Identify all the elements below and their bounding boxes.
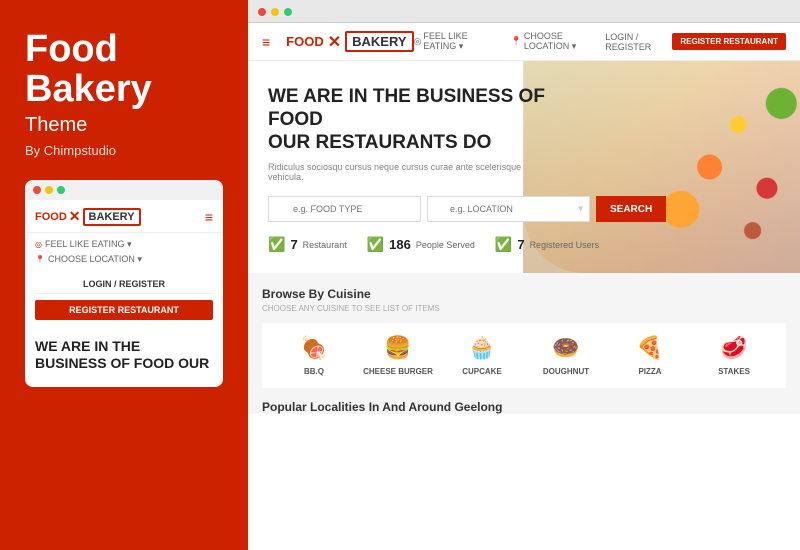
hero-title: WE ARE IN THE BUSINESS OF FOOD OUR RESTA… xyxy=(268,86,550,154)
brand-title: Food Bakery Theme By Chimpstudio xyxy=(25,30,223,158)
stat-label-restaurant: Restaurant xyxy=(303,240,347,250)
browser-chrome xyxy=(248,0,800,23)
stat-label-users: Registered Users xyxy=(530,240,600,250)
hero-subtitle: Ridiculus sociosqu cursus neque cursus c… xyxy=(268,162,550,182)
mobile-login-register[interactable]: LOGIN / REGISTER xyxy=(35,275,213,294)
choose-location-nav[interactable]: 📍CHOOSE LOCATION ▾ xyxy=(511,31,606,52)
stat-check-icon-3: ✅ xyxy=(495,236,512,253)
dot-green xyxy=(57,186,65,194)
mobile-logo-bakery: BAKERY xyxy=(83,208,141,226)
hero-section: WE ARE IN THE BUSINESS OF FOOD OUR RESTA… xyxy=(248,61,800,273)
cuisine-item-cheeseburger[interactable]: 🍔 CHEESE BURGER xyxy=(356,335,440,376)
website-content: ≡ FOOD ✕ BAKERY ◎FEEL LIKE EATING ▾ 📍CHO… xyxy=(248,23,800,550)
browser-dot-red xyxy=(258,8,266,16)
brand-line1: Food xyxy=(25,28,118,70)
stat-check-icon-2: ✅ xyxy=(367,236,384,253)
pizza-icon: 🍕 xyxy=(636,335,663,361)
cuisine-item-pizza[interactable]: 🍕 PIZZA xyxy=(608,335,692,376)
mobile-logo: FOOD ✕ BAKERY xyxy=(35,208,141,226)
hero-title-line2: OUR RESTAURANTS DO xyxy=(268,132,550,155)
cupcake-icon: 🧁 xyxy=(468,335,495,361)
popular-title: Popular Localities In And Around Geelong xyxy=(262,400,786,414)
mobile-nav-link-2[interactable]: 📍 CHOOSE LOCATION ▾ xyxy=(35,254,213,265)
hero-title-line1: WE ARE IN THE BUSINESS OF FOOD xyxy=(268,86,550,132)
site-nav-links: ◎FEEL LIKE EATING ▾ 📍CHOOSE LOCATION ▾ xyxy=(414,31,606,52)
stat-number-users: 7 xyxy=(517,237,524,252)
mobile-preview-card: FOOD ✕ BAKERY ≡ ◎ FEEL LIKE EATING ▾ 📍 C… xyxy=(25,180,223,388)
stat-users: ✅ 7 Registered Users xyxy=(495,236,599,253)
site-logo-food: FOOD xyxy=(286,34,324,49)
location-input-wrap: 📍 ▾ xyxy=(427,196,590,222)
mobile-nav-links: ◎ FEEL LIKE EATING ▾ 📍 CHOOSE LOCATION ▾ xyxy=(25,233,223,275)
popular-section: Popular Localities In And Around Geelong xyxy=(262,400,786,414)
cuisine-item-bbq[interactable]: 🍖 BB.Q xyxy=(272,335,356,376)
mobile-logo-x: ✕ xyxy=(69,208,81,225)
mobile-register-btn[interactable]: REGISTER RESTAURANT xyxy=(35,300,213,320)
login-link[interactable]: LOGIN / REGISTER xyxy=(605,32,664,52)
cupcake-label: CUPCAKE xyxy=(462,367,502,376)
site-nav-actions: LOGIN / REGISTER REGISTER RESTAURANT xyxy=(605,32,786,52)
cheeseburger-icon: 🍔 xyxy=(384,335,411,361)
site-logo-bakery: BAKERY xyxy=(345,31,413,52)
site-logo: FOOD ✕ BAKERY xyxy=(286,31,413,52)
stakes-icon: 🥩 xyxy=(720,335,747,361)
stat-people: ✅ 186 People Served xyxy=(367,236,475,253)
dot-red xyxy=(33,186,41,194)
dot-yellow xyxy=(45,186,53,194)
browser-dot-yellow xyxy=(271,8,279,16)
food-type-input[interactable] xyxy=(268,196,421,222)
doughnut-icon: 🍩 xyxy=(552,335,579,361)
browser-dot-green xyxy=(284,8,292,16)
bbq-icon: 🍖 xyxy=(300,335,327,361)
stats-row: ✅ 7 Restaurant ✅ 186 People Served ✅ 7 R… xyxy=(268,236,780,253)
bbq-label: BB.Q xyxy=(304,367,324,376)
mobile-logo-food: FOOD xyxy=(35,211,67,223)
hamburger-icon[interactable]: ≡ xyxy=(262,34,270,50)
cheeseburger-label: CHEESE BURGER xyxy=(363,367,433,376)
register-restaurant-btn[interactable]: REGISTER RESTAURANT xyxy=(672,33,786,50)
brand-line2: Bakery xyxy=(25,68,152,110)
location-input[interactable] xyxy=(427,196,590,222)
mobile-nav: FOOD ✕ BAKERY ≡ xyxy=(25,200,223,233)
cuisine-item-stakes[interactable]: 🥩 STAKES xyxy=(692,335,776,376)
stat-label-people: People Served xyxy=(416,240,475,250)
site-nav: ≡ FOOD ✕ BAKERY ◎FEEL LIKE EATING ▾ 📍CHO… xyxy=(248,23,800,61)
brand-subtitle: Theme xyxy=(25,114,223,137)
chevron-down-icon: ▾ xyxy=(578,204,583,215)
stakes-label: STAKES xyxy=(718,367,750,376)
stat-restaurant: ✅ 7 Restaurant xyxy=(268,236,347,253)
search-bar: 🔍 📍 ▾ SEARCH xyxy=(268,196,565,222)
mobile-nav-link-1[interactable]: ◎ FEEL LIKE EATING ▾ xyxy=(35,239,213,250)
left-panel: Food Bakery Theme By Chimpstudio FOOD ✕ … xyxy=(0,0,248,550)
browse-section: Browse By Cuisine CHOOSE ANY CUISINE TO … xyxy=(248,273,800,414)
window-dots xyxy=(25,180,223,200)
search-button[interactable]: SEARCH xyxy=(596,196,666,222)
mobile-hamburger-icon[interactable]: ≡ xyxy=(205,209,213,225)
stat-number-restaurant: 7 xyxy=(290,237,297,252)
pizza-label: PIZZA xyxy=(638,367,661,376)
site-logo-x: ✕ xyxy=(328,32,341,52)
mobile-hero-text: WE ARE IN THE BUSINESS OF FOOD OUR xyxy=(25,328,223,378)
cuisine-list: 🍖 BB.Q 🍔 CHEESE BURGER 🧁 CUPCAKE 🍩 DOUGH… xyxy=(262,323,786,388)
feel-like-eating-nav[interactable]: ◎FEEL LIKE EATING ▾ xyxy=(414,31,499,52)
browse-title: Browse By Cuisine xyxy=(262,287,786,301)
stat-number-people: 186 xyxy=(389,237,411,252)
food-type-input-wrap: 🔍 xyxy=(268,196,421,222)
cuisine-item-cupcake[interactable]: 🧁 CUPCAKE xyxy=(440,335,524,376)
stat-check-icon-1: ✅ xyxy=(268,236,285,253)
brand-by: By Chimpstudio xyxy=(25,143,223,158)
doughnut-label: DOUGHNUT xyxy=(543,367,589,376)
cuisine-item-doughnut[interactable]: 🍩 DOUGHNUT xyxy=(524,335,608,376)
browse-subtitle: CHOOSE ANY CUISINE TO SEE LIST OF ITEMS xyxy=(262,304,786,313)
right-panel: ≡ FOOD ✕ BAKERY ◎FEEL LIKE EATING ▾ 📍CHO… xyxy=(248,0,800,550)
